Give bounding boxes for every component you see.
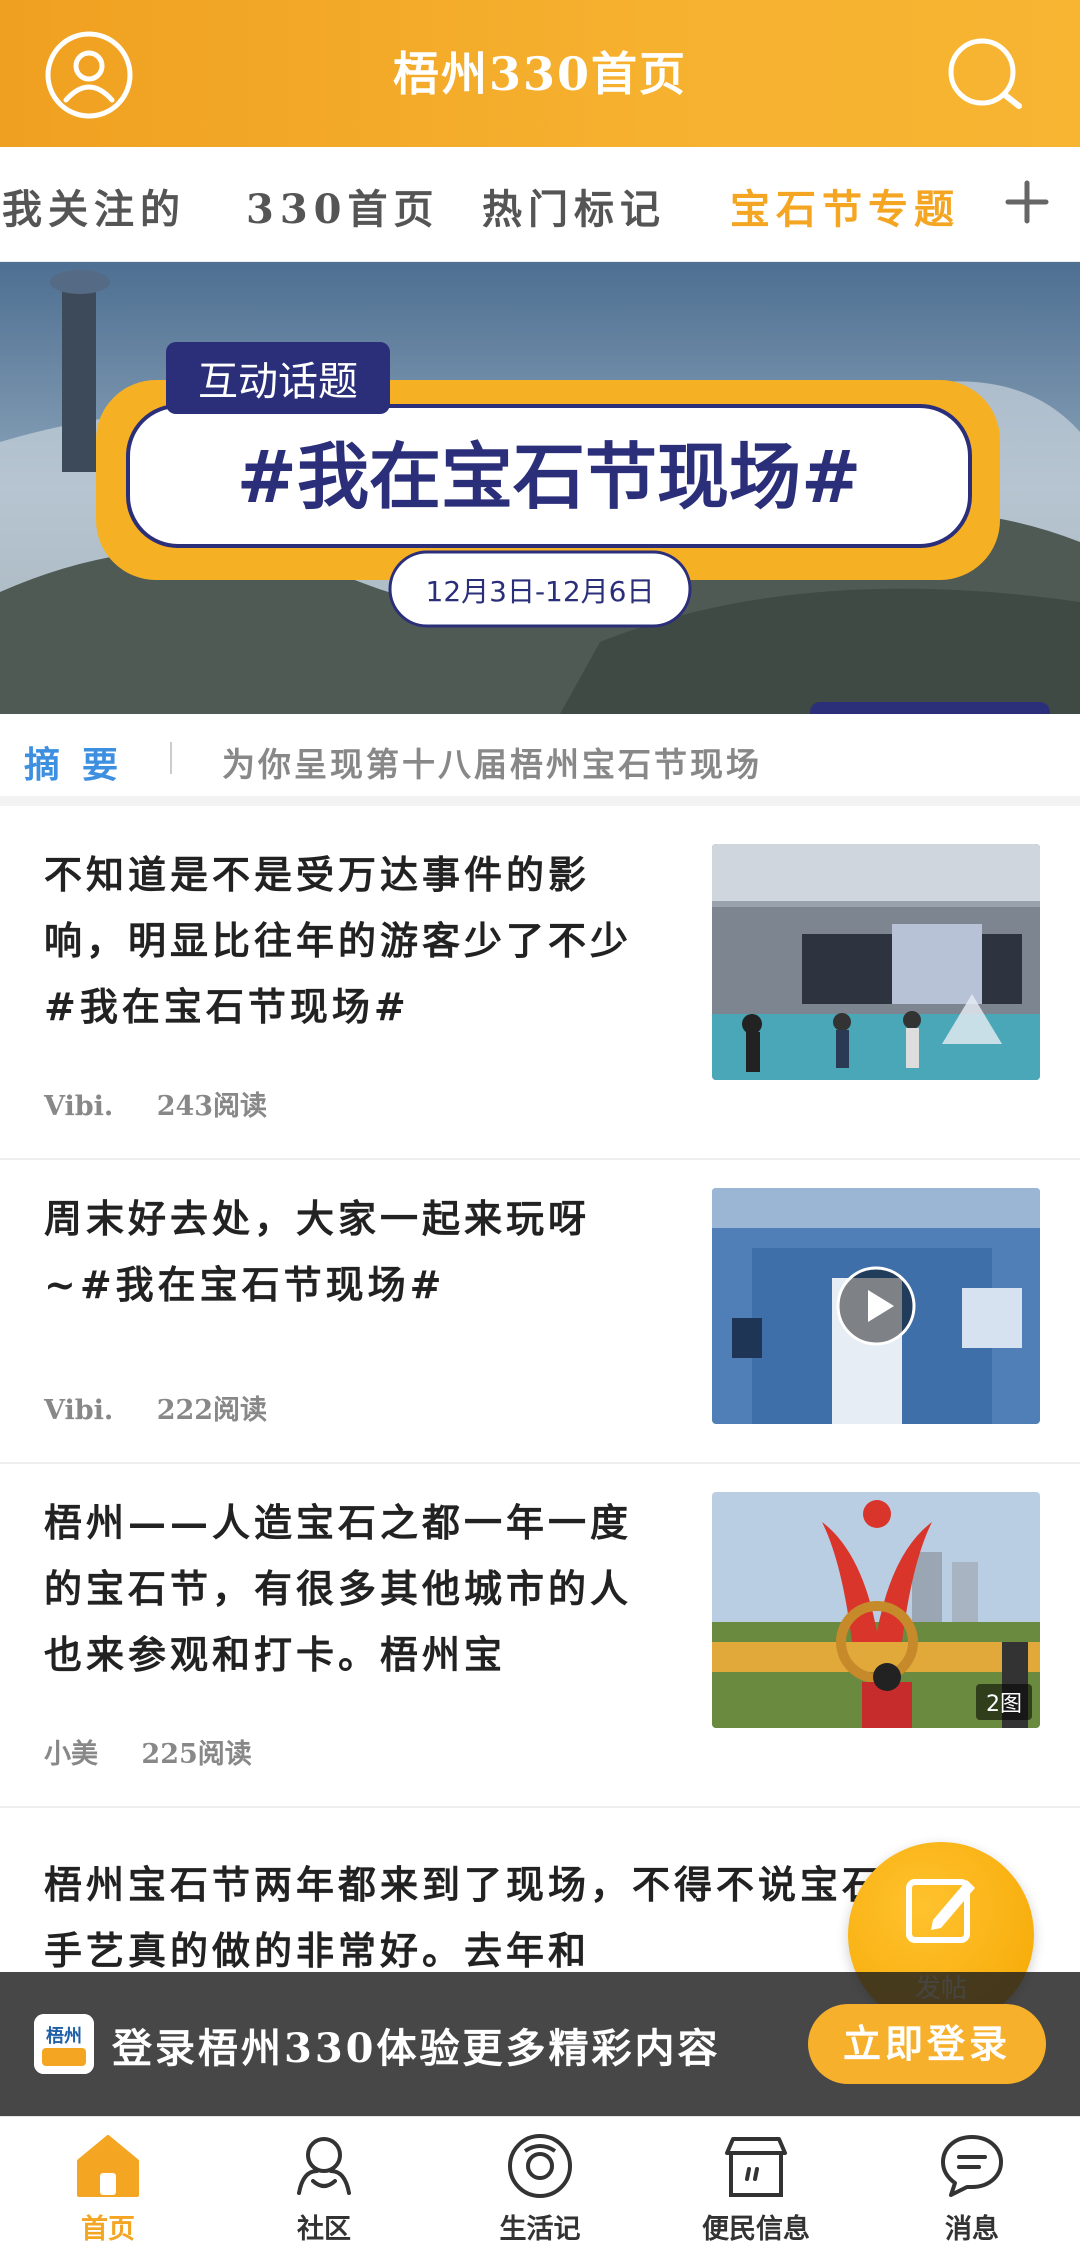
banner-tag: 互动话题	[198, 359, 358, 405]
message-icon	[941, 2135, 1003, 2197]
feed-item-video-thumbnail[interactable]	[712, 1188, 1040, 1424]
channel-tabs: 我关注的 330首页 热门标记 宝石节专题	[0, 147, 1080, 262]
add-channel-icon[interactable]	[1002, 177, 1052, 227]
topic-banner[interactable]: 互动话题 #我在宝石节现场# 12月3日-12月6日	[0, 262, 1080, 714]
feed-item[interactable]: 梧州——人造宝石之都一年一度的宝石节，有很多其他城市的人也来参观和打卡。梧州宝 …	[0, 1464, 1080, 1808]
feed-item-author: Vibi.	[44, 1395, 114, 1426]
play-icon[interactable]	[836, 1266, 916, 1346]
nav-label: 消息	[945, 2214, 999, 2245]
app-logo: 梧州	[34, 2014, 94, 2074]
nav-item-home[interactable]: 首页	[0, 2117, 216, 2247]
nav-label: 社区	[297, 2214, 351, 2245]
tab-gem-festival[interactable]: 宝石节专题	[730, 177, 960, 235]
nav-item-community[interactable]: 社区	[216, 2117, 432, 2247]
feed-item-reads: 225阅读	[141, 1739, 252, 1770]
feed-item-meta: Vibi. 222阅读	[44, 1388, 301, 1427]
nav-item-life[interactable]: 生活记	[432, 2117, 648, 2247]
page-title: 梧州330首页	[392, 47, 688, 101]
feed-item-author: Vibi.	[44, 1091, 114, 1122]
tab-following[interactable]: 我关注的	[2, 177, 186, 235]
top-header: 梧州330首页	[0, 0, 1080, 147]
nav-label: 便民信息	[702, 2214, 810, 2245]
divider	[170, 742, 172, 774]
feed-item-reads: 222阅读	[156, 1395, 268, 1426]
nav-label: 生活记	[499, 2214, 581, 2245]
feed-item-title[interactable]: 周末好去处，大家一起来玩呀~#我在宝石节现场#	[44, 1186, 644, 1318]
store-icon	[725, 2137, 787, 2197]
tab-home[interactable]: 330首页	[246, 177, 440, 235]
summary-label: 摘要	[24, 744, 141, 786]
feed-item[interactable]: 不知道是不是受万达事件的影响，明显比往年的游客少了不少#我在宝石节现场# Vib…	[0, 816, 1080, 1160]
image-count-badge: 2图	[976, 1684, 1032, 1720]
login-button[interactable]: 立即登录	[808, 2004, 1046, 2084]
feed-item-title[interactable]: 梧州——人造宝石之都一年一度的宝石节，有很多其他城市的人也来参观和打卡。梧州宝	[44, 1490, 644, 1688]
banner-dates: 12月3日-12月6日	[426, 575, 655, 608]
feed-item-thumbnail[interactable]	[712, 844, 1040, 1080]
feed-item-meta: Vibi. 243阅读	[44, 1084, 301, 1123]
banner-headline: #我在宝石节现场#	[237, 435, 862, 519]
tab-hot[interactable]: 热门标记	[482, 177, 666, 235]
edit-icon	[906, 1879, 975, 1943]
login-prompt-bar: 梧州 登录梧州330体验更多精彩内容 立即登录	[0, 1972, 1080, 2116]
app-logo-text: 梧州	[46, 2025, 82, 2047]
home-icon	[77, 2135, 139, 2197]
life-icon	[508, 2134, 572, 2198]
nav-item-messages[interactable]: 消息	[864, 2117, 1080, 2247]
summary-bar: 摘要 为你呈现第十八届梧州宝石节现场	[0, 714, 1080, 806]
search-icon[interactable]	[944, 34, 1028, 118]
community-icon	[297, 2137, 351, 2195]
feed-item-meta: 小美 225阅读	[44, 1732, 286, 1771]
feed-item-author: 小美	[44, 1739, 98, 1770]
feed-item-reads: 243阅读	[156, 1091, 268, 1122]
login-prompt-text: 登录梧州330体验更多精彩内容	[112, 2025, 721, 2072]
summary-text: 为你呈现第十八届梧州宝石节现场	[222, 745, 762, 784]
feed-item-title[interactable]: 不知道是不是受万达事件的影响，明显比往年的游客少了不少#我在宝石节现场#	[44, 842, 644, 1040]
bottom-nav: 首页 社区 生活记 便民信息 消息	[0, 2116, 1080, 2247]
feed-item-thumbnail[interactable]: 2图	[712, 1492, 1040, 1728]
feed-item[interactable]: 周末好去处，大家一起来玩呀~#我在宝石节现场# Vibi. 222阅读	[0, 1160, 1080, 1464]
nav-label: 首页	[81, 2214, 135, 2245]
nav-item-services[interactable]: 便民信息	[648, 2117, 864, 2247]
